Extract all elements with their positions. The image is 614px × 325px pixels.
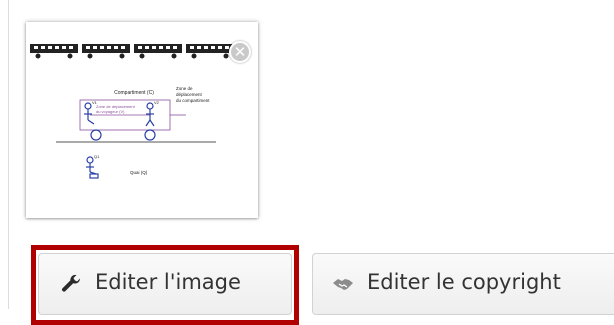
svg-text:V2: V2 [154, 100, 160, 105]
left-divider [8, 0, 9, 309]
image-thumbnail[interactable]: Compartiment (C) Zone de déplacement du … [26, 22, 258, 218]
edit-copyright-label: Editer le copyright [367, 270, 561, 294]
close-icon: ✕ [233, 42, 247, 61]
edit-image-label: Editer l'image [95, 270, 241, 294]
wrench-icon [62, 274, 81, 292]
svg-text:Q1: Q1 [94, 154, 100, 159]
diagram-label-dock: Quai (Q) [130, 170, 148, 175]
handshake-icon [333, 279, 353, 290]
diagram-image: Compartiment (C) Zone de déplacement du … [30, 44, 234, 179]
edit-image-button[interactable]: Editer l'image [38, 253, 292, 315]
svg-text:du voyageur (V): du voyageur (V) [96, 109, 125, 114]
svg-text:déplacement: déplacement [176, 92, 203, 97]
train-strip [30, 44, 234, 59]
svg-text:V1: V1 [92, 100, 98, 105]
svg-text:du compartiment: du compartiment [176, 98, 210, 103]
remove-image-button[interactable]: ✕ [229, 41, 251, 63]
diagram-label-compartment: Compartiment (C) [114, 90, 154, 96]
svg-text:Zone de: Zone de [176, 86, 193, 91]
edit-copyright-button[interactable]: Editer le copyright [312, 253, 614, 315]
